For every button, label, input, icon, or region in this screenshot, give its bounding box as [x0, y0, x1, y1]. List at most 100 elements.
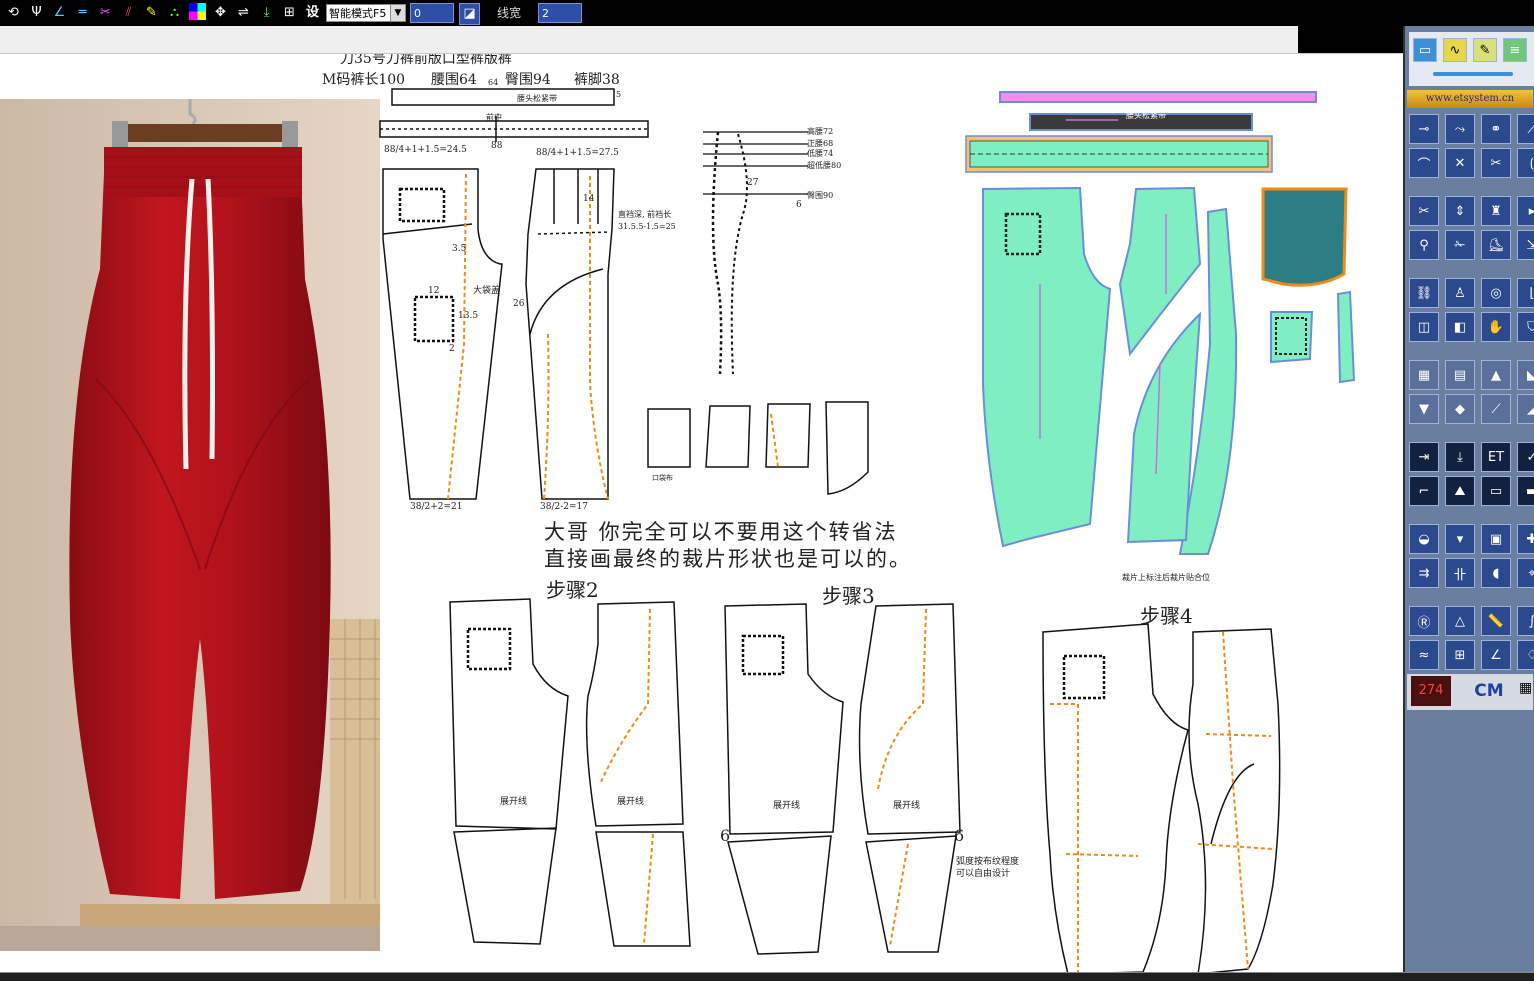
tool-mountain-icon[interactable]: ⛰ [1445, 476, 1475, 506]
tool-bracket-icon[interactable]: ⟮ [1517, 148, 1534, 178]
snap-tool-icon[interactable]: ✥ [211, 3, 230, 23]
tool-curve2-icon[interactable]: ∫ [1517, 606, 1534, 636]
panel-footer: 274 CM ▦ [1407, 674, 1533, 710]
panel-curve-icon[interactable]: ∿ [1443, 38, 1467, 62]
fork-tool-icon[interactable]: Ψ [27, 3, 46, 23]
tool-diamond-icon[interactable]: ◆ [1445, 394, 1475, 424]
tool-angle-icon[interactable]: ∠ [1481, 640, 1511, 670]
tool-sleeve-icon[interactable]: ◧ [1445, 312, 1475, 342]
angle-tool-icon[interactable]: ∠ [50, 3, 69, 23]
text-tool-icon[interactable]: ⛬ [165, 3, 184, 23]
tool-bottle-icon[interactable]: ♙ [1445, 278, 1475, 308]
draft-back-piece [525, 168, 615, 500]
download-tool-icon[interactable]: ⤓ [257, 3, 276, 23]
tool-bag-icon[interactable]: ◫ [1409, 312, 1439, 342]
tool-pin-icon[interactable]: ⚲ [1409, 230, 1439, 260]
instruction-line-2: 直接画最终的裁片形状也是可以的。 [544, 547, 912, 571]
step3-expand-back: 展开线 [893, 801, 921, 811]
panel-list-icon[interactable]: ≡ [1503, 38, 1527, 62]
measure-tool-icon[interactable]: ✎ [142, 3, 161, 23]
tool-tray-icon[interactable]: ▬ [1517, 476, 1534, 506]
tool-save-icon[interactable]: ⤓ [1445, 442, 1475, 472]
settings-button[interactable]: 设 [303, 3, 322, 23]
mode-select[interactable]: 智能模式F5 ▼ [326, 4, 406, 22]
tool-lamp-icon[interactable]: ♢ [1517, 640, 1534, 670]
tool-column-icon[interactable]: 卝 [1445, 558, 1475, 588]
tool-tag-icon[interactable]: ⌖ [1517, 558, 1534, 588]
tool-cut-icon[interactable]: ✂ [1409, 196, 1439, 226]
panel-edit-icon[interactable]: ✎ [1473, 38, 1497, 62]
tool-group-2: ✂ ⇕ ♜ ▸ ⚲ ✁ ⛸ ⇲ [1409, 196, 1534, 260]
top-toolbar: ⟲ Ψ ∠ ═ ✂ ⫽ ✎ ⛬ ✥ ⇌ ⤓ ⊞ 设 智能模式F5 ▼ 0 ◪ 线… [0, 0, 1534, 26]
calculator-icon[interactable]: ▦ [1519, 680, 1532, 696]
undo-icon[interactable]: ⟲ [4, 3, 23, 23]
tool-et-icon[interactable]: ET [1481, 442, 1511, 472]
tool-dress-icon[interactable]: ⛉ [1517, 312, 1534, 342]
mirror-tool-icon[interactable]: ⇌ [234, 3, 253, 23]
tool-pocket-icon[interactable]: ▾ [1445, 524, 1475, 554]
cut-line-icon[interactable]: ✂ [96, 3, 115, 23]
tool-plus-icon[interactable]: ✚ [1517, 524, 1534, 554]
tool-chain-icon[interactable]: ⚭ [1481, 114, 1511, 144]
tool-block2-icon[interactable]: ▤ [1445, 360, 1475, 390]
tool-split-icon[interactable]: ⇉ [1409, 558, 1439, 588]
tool-path-icon[interactable]: ⤳ [1445, 114, 1475, 144]
tool-sewing-icon[interactable]: ⛓ [1409, 278, 1439, 308]
tool-side-icon[interactable]: ▸ [1517, 196, 1534, 226]
draft-front-formula: 88/4+1+1.5=24.5 [384, 145, 467, 155]
tool-curve-icon[interactable]: ⌒ [1409, 148, 1439, 178]
tool-triangle-icon[interactable]: △ [1445, 606, 1475, 636]
unit-button[interactable]: CM [1469, 676, 1509, 706]
step3-num-6-left: 6 [720, 826, 731, 845]
draft-front-center: 前中 [486, 113, 502, 122]
tool-measure-icon[interactable]: ⇲ [1517, 230, 1534, 260]
draft-num-27: 27 [747, 178, 759, 188]
tool-boot-icon[interactable]: ◖ [1481, 558, 1511, 588]
tool-hook-icon[interactable]: ⌊ [1517, 278, 1534, 308]
tool-shoe-icon[interactable]: ⛸ [1481, 230, 1511, 260]
draft-num-14: 14 [583, 194, 595, 204]
tool-needle-icon[interactable]: ⟋ [1481, 394, 1511, 424]
tool-glove-icon[interactable]: ✋ [1481, 312, 1511, 342]
tool-registered-icon[interactable]: Ⓡ [1409, 606, 1439, 636]
tool-fold2-icon[interactable]: ◢ [1517, 394, 1534, 424]
grid-tool-icon[interactable]: ⊞ [280, 3, 299, 23]
tool-corner-icon[interactable]: ⌐ [1409, 476, 1439, 506]
tool-shirt-icon[interactable]: ♜ [1481, 196, 1511, 226]
tool-dart-icon[interactable]: ▲ [1481, 360, 1511, 390]
color-picker-icon[interactable] [188, 3, 207, 23]
panel-slider[interactable] [1433, 72, 1513, 76]
draft-num-26: 26 [513, 299, 525, 309]
tool-check-icon[interactable]: ✓ [1517, 442, 1534, 472]
tool-slant-icon[interactable]: ⟋ [1517, 114, 1534, 144]
tool-cross-icon[interactable]: ✕ [1445, 148, 1475, 178]
linewidth-field[interactable]: 2 [538, 3, 582, 23]
tool-spiral-icon[interactable]: ◎ [1481, 278, 1511, 308]
value-field[interactable]: 0 [410, 3, 454, 23]
tool-group-5: ⇥ ⤓ ET ✓ ⌐ ⛰ ▭ ▬ [1409, 442, 1534, 506]
tool-fold-icon[interactable]: ◣ [1517, 360, 1534, 390]
tool-arrow-up-icon[interactable]: ⇕ [1445, 196, 1475, 226]
layer-toggle-icon[interactable]: ◪ [459, 3, 480, 25]
tool-link-icon[interactable]: ⊸ [1409, 114, 1439, 144]
panel-layer-icon[interactable]: ▭ [1413, 38, 1437, 62]
tool-wave-icon[interactable]: ≈ [1409, 640, 1439, 670]
tool-export-icon[interactable]: ⇥ [1409, 442, 1439, 472]
tool-pot-icon[interactable]: ◒ [1409, 524, 1439, 554]
tool-scissor2-icon[interactable]: ✁ [1445, 230, 1475, 260]
arc-note-2: 可以自由设计 [956, 869, 1011, 879]
secondary-toolbar-dark-area [1298, 26, 1403, 53]
draft-num-6: 6 [796, 200, 802, 210]
tool-ruler-icon[interactable]: 📏 [1481, 606, 1511, 636]
tool-block-icon[interactable]: ▦ [1409, 360, 1439, 390]
tool-frame-icon[interactable]: ▣ [1481, 524, 1511, 554]
drawing-canvas[interactable]: 刀35号刀裤前版口型裤版裤 M码裤长100 腰围64 64 臀围94 裤脚38 [0, 54, 1403, 972]
parallel-tool-icon[interactable]: ═ [73, 3, 92, 23]
hatch-tool-icon[interactable]: ⫽ [119, 3, 138, 23]
tool-down-dart-icon[interactable]: ▼ [1409, 394, 1439, 424]
tool-group-4: ▦ ▤ ▲ ◣ ▼ ◆ ⟋ ◢ [1409, 360, 1534, 424]
step2-expand-front: 展开线 [500, 797, 528, 807]
tool-table-icon[interactable]: ⊞ [1445, 640, 1475, 670]
tool-scissor-icon[interactable]: ✂ [1481, 148, 1511, 178]
tool-doc-icon[interactable]: ▭ [1481, 476, 1511, 506]
